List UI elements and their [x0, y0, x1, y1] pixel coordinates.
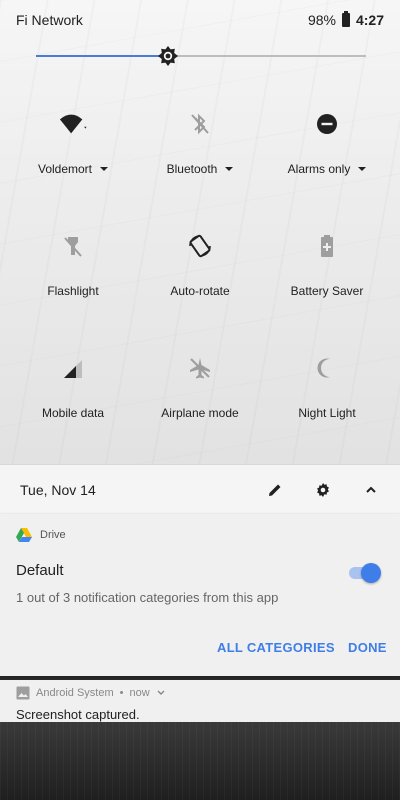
- wifi-icon: [59, 110, 87, 138]
- pencil-icon[interactable]: [266, 481, 284, 499]
- flashlight-off-icon: [59, 232, 87, 260]
- date-bar-actions: [266, 481, 380, 499]
- tile-label: Flashlight: [47, 284, 99, 298]
- tile-label: Alarms only: [287, 162, 351, 176]
- app-name: Drive: [40, 529, 66, 541]
- dropdown-caret-icon[interactable]: [225, 167, 234, 171]
- tile-label: Bluetooth: [166, 162, 218, 176]
- date-label[interactable]: Tue, Nov 14: [20, 482, 266, 498]
- channel-toggle[interactable]: [349, 563, 381, 583]
- image-icon: [16, 686, 30, 700]
- notification-header: Drive: [16, 528, 66, 542]
- chevron-down-icon[interactable]: [156, 689, 166, 697]
- app-name: Android System: [36, 687, 114, 699]
- battery-saver-icon: [313, 232, 341, 260]
- tile-auto-rotate[interactable]: Auto-rotate: [135, 232, 265, 312]
- tile-wifi-label-row[interactable]: Voldemort: [37, 162, 109, 176]
- battery-icon: [341, 11, 350, 27]
- status-bar: Fi Network 98% 4:27: [0, 0, 400, 40]
- carrier-name: Fi Network: [16, 12, 83, 28]
- home-wallpaper: [0, 722, 400, 800]
- brightness-thumb[interactable]: [156, 44, 180, 68]
- tile-do-not-disturb[interactable]: Alarms only: [262, 110, 392, 190]
- notification-header: Android System • now: [16, 686, 166, 700]
- tile-label: Voldemort: [37, 162, 93, 176]
- do-not-disturb-icon: [313, 110, 341, 138]
- notification-time: now: [129, 687, 150, 699]
- tile-mobile-data[interactable]: Mobile data: [8, 354, 138, 434]
- done-button[interactable]: DONE: [348, 640, 387, 655]
- bluetooth-disabled-icon: [186, 110, 214, 138]
- notification-body: Screenshot captured.: [16, 707, 140, 722]
- tile-bluetooth-label-row[interactable]: Bluetooth: [167, 162, 234, 176]
- clock: 4:27: [355, 12, 384, 28]
- tile-flashlight[interactable]: Flashlight: [8, 232, 138, 312]
- tile-label: Night Light: [298, 406, 356, 420]
- gear-icon[interactable]: [314, 481, 332, 499]
- brightness-slider[interactable]: [36, 44, 366, 68]
- tile-battery-saver[interactable]: Battery Saver: [262, 232, 392, 312]
- drive-logo-icon: [16, 528, 32, 542]
- date-bar: Tue, Nov 14: [0, 464, 400, 514]
- tile-label: Battery Saver: [290, 284, 364, 298]
- separator: •: [119, 687, 124, 699]
- tile-label: Airplane mode: [161, 406, 239, 420]
- tile-night-light[interactable]: Night Light: [262, 354, 392, 434]
- channel-title: Default: [16, 562, 64, 579]
- airplane-off-icon: [186, 354, 214, 382]
- brightness-fill: [36, 55, 168, 57]
- tile-wifi[interactable]: Voldemort: [8, 110, 138, 190]
- mobile-signal-icon: [59, 354, 87, 382]
- chevron-up-icon[interactable]: [362, 481, 380, 499]
- status-right: 98% 4:27: [307, 11, 384, 28]
- tile-dnd-label-row[interactable]: Alarms only: [288, 162, 367, 176]
- tile-label: Auto-rotate: [170, 284, 230, 298]
- system-notification[interactable]: Android System • now Screenshot captured…: [0, 680, 400, 724]
- brightness-icon: [158, 46, 178, 66]
- tile-bluetooth[interactable]: Bluetooth: [135, 110, 265, 190]
- moon-icon: [313, 354, 341, 382]
- quick-settings-panel: Fi Network 98% 4:27 Voldemort Bluetooth …: [0, 0, 400, 464]
- battery-percent: 98%: [307, 12, 336, 28]
- dropdown-caret-icon[interactable]: [100, 167, 109, 171]
- all-categories-button[interactable]: ALL CATEGORIES: [217, 640, 335, 655]
- channel-description: 1 out of 3 notification categories from …: [16, 590, 279, 605]
- auto-rotate-icon: [186, 232, 214, 260]
- dropdown-caret-icon[interactable]: [358, 167, 367, 171]
- tile-label: Mobile data: [41, 406, 105, 420]
- drive-notification[interactable]: Drive Default 1 out of 3 notification ca…: [0, 514, 400, 676]
- toggle-knob: [361, 563, 381, 583]
- tile-airplane-mode[interactable]: Airplane mode: [135, 354, 265, 434]
